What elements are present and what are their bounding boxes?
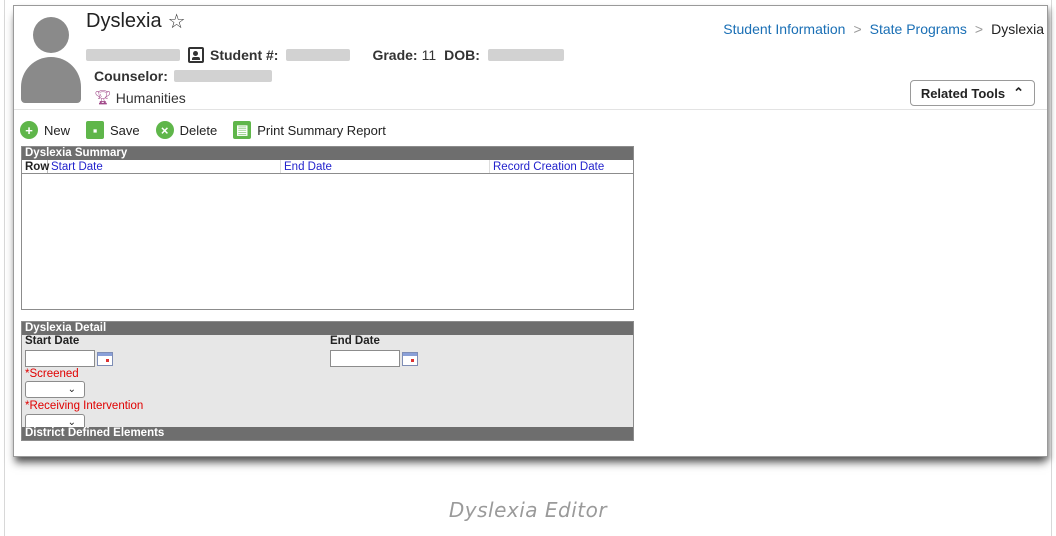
dyslexia-detail-panel: Dyslexia Detail Start Date End Date *Scr… <box>21 321 634 441</box>
frame-edge <box>1051 0 1052 536</box>
column-start-date[interactable]: Start Date <box>48 160 281 173</box>
breadcrumb-separator: > <box>974 21 984 37</box>
student-header: Dyslexia ☆ Student #: Grade: 11 DOB: Cou… <box>14 6 1047 110</box>
summary-header-row: Row Start Date End Date Record Creation … <box>22 160 633 174</box>
star-icon[interactable]: ☆ <box>168 9 186 34</box>
save-button[interactable]: ▪ Save <box>86 121 140 139</box>
avatar-head <box>33 17 69 53</box>
counselor-row: Counselor: <box>94 68 272 84</box>
new-button[interactable]: + New <box>20 121 70 139</box>
avatar <box>21 13 81 103</box>
screened-select[interactable]: ⌄ <box>25 381 85 398</box>
dyslexia-summary-table: Dyslexia Summary Row Start Date End Date… <box>21 146 634 310</box>
plus-icon: + <box>20 121 38 139</box>
counselor-redacted <box>173 70 272 82</box>
breadcrumb-separator: > <box>853 21 862 37</box>
page: Dyslexia ☆ Student #: Grade: 11 DOB: Cou… <box>0 0 1056 536</box>
screenshot-frame: Dyslexia ☆ Student #: Grade: 11 DOB: Cou… <box>13 5 1048 457</box>
dob-redacted <box>487 49 564 61</box>
action-toolbar: + New ▪ Save × Delete ▤ Print Summary Re… <box>20 119 402 141</box>
print-label: Print Summary Report <box>257 122 386 138</box>
avatar-body <box>21 57 81 103</box>
end-date-input[interactable] <box>330 350 400 367</box>
column-record-creation-date[interactable]: Record Creation Date <box>490 160 633 173</box>
frame-edge <box>4 0 5 536</box>
student-name-redacted <box>86 49 180 61</box>
house-badge: 🏆︎ Humanities <box>94 89 186 106</box>
delete-label: Delete <box>179 122 218 138</box>
student-info-row: Student #: Grade: 11 DOB: <box>86 46 564 64</box>
calendar-icon[interactable] <box>402 352 418 366</box>
start-date-label: Start Date <box>25 335 80 347</box>
delete-icon: × <box>155 121 174 139</box>
save-icon: ▪ <box>86 121 105 139</box>
student-number-redacted <box>286 49 351 61</box>
column-end-date[interactable]: End Date <box>281 160 490 173</box>
related-tools-button[interactable]: Related Tools ⌃ <box>909 80 1035 106</box>
calendar-icon[interactable] <box>97 352 113 366</box>
delete-button[interactable]: × Delete <box>155 121 218 139</box>
detail-title: Dyslexia Detail <box>22 322 633 335</box>
breadcrumb: Student Information > State Programs > D… <box>723 21 1044 37</box>
page-title: Dyslexia ☆ <box>86 9 186 34</box>
start-date-input[interactable] <box>25 350 95 367</box>
summary-title: Dyslexia Summary <box>22 147 633 160</box>
print-summary-button[interactable]: ▤ Print Summary Report <box>233 121 386 139</box>
page-title-text: Dyslexia <box>86 10 162 32</box>
column-row: Row <box>22 160 49 173</box>
new-label: New <box>44 122 71 138</box>
related-tools-label: Related Tools <box>920 85 1006 101</box>
grade-value: 11 <box>421 47 437 63</box>
chevron-up-icon: ⌃ <box>1013 85 1024 100</box>
contact-card-icon[interactable] <box>188 47 204 63</box>
house-label: Humanities <box>115 89 186 106</box>
breadcrumb-dyslexia: Dyslexia <box>991 21 1044 37</box>
receiving-intervention-label: *Receiving Intervention <box>25 400 144 412</box>
end-date-label: End Date <box>330 335 380 347</box>
breadcrumb-state-programs[interactable]: State Programs <box>870 21 967 37</box>
save-label: Save <box>110 122 140 138</box>
district-defined-elements-header[interactable]: District Defined Elements <box>22 427 633 440</box>
breadcrumb-student-information[interactable]: Student Information <box>723 21 845 37</box>
figure-caption: Dyslexia Editor <box>448 498 608 522</box>
counselor-label: Counselor: <box>94 68 168 84</box>
student-number-label: Student #: <box>210 47 279 63</box>
trophy-icon: 🏆︎ <box>94 89 112 105</box>
dob-label: DOB: <box>444 47 480 63</box>
grade-label: Grade: <box>372 47 418 63</box>
printer-icon: ▤ <box>233 121 252 139</box>
screened-label: *Screened <box>25 368 79 380</box>
